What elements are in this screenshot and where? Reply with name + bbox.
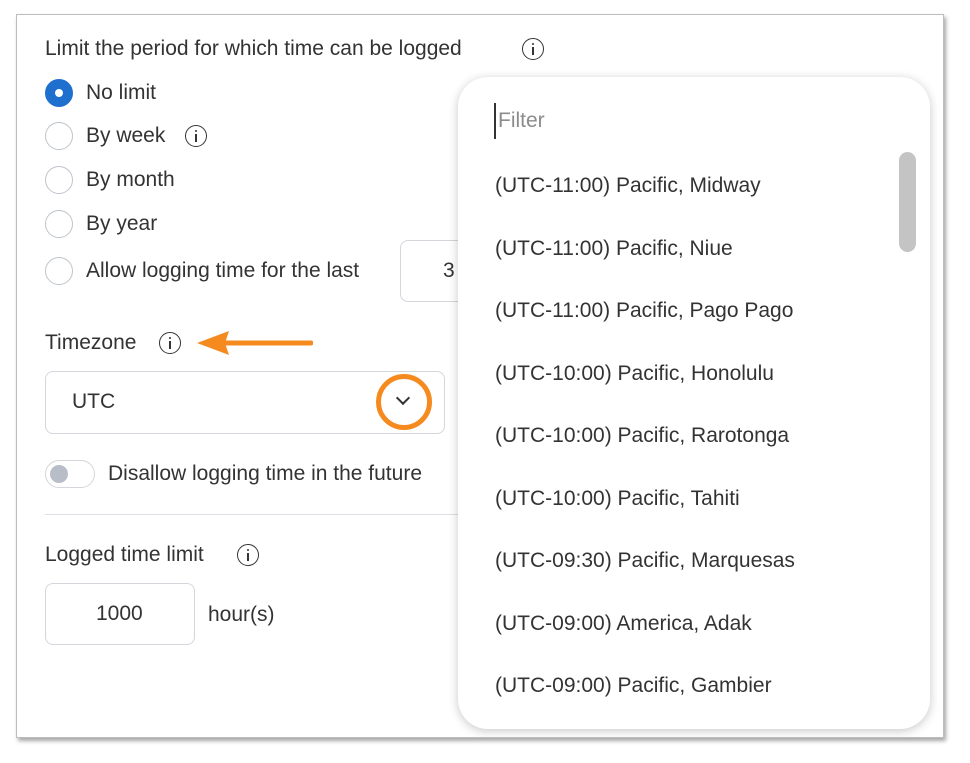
radio-allow-last-label[interactable]: Allow logging time for the last bbox=[86, 259, 359, 283]
dropdown-scrollbar[interactable] bbox=[899, 152, 916, 252]
radio-no-limit-label[interactable]: No limit bbox=[86, 81, 156, 105]
time-limit-label: Logged time limit bbox=[45, 543, 204, 566]
timezone-label: Timezone bbox=[45, 331, 137, 354]
timezone-selected-value: UTC bbox=[72, 390, 116, 413]
list-item[interactable]: (UTC-11:00) Pacific, Pago Pago bbox=[495, 280, 795, 343]
future-toggle[interactable] bbox=[45, 460, 95, 488]
timezone-dropdown: (UTC-11:00) Pacific, Midway (UTC-11:00) … bbox=[458, 77, 930, 729]
time-limit-input[interactable]: 1000 bbox=[45, 583, 195, 645]
time-limit-value: 1000 bbox=[96, 602, 143, 625]
list-item[interactable]: (UTC-11:00) Pacific, Midway bbox=[495, 155, 795, 218]
radio-no-limit[interactable] bbox=[45, 79, 73, 107]
list-item[interactable]: (UTC-09:30) Pacific, Marquesas bbox=[495, 530, 795, 593]
list-item[interactable]: (UTC-09:00) America, Adak bbox=[495, 593, 795, 656]
chevron-down-icon[interactable] bbox=[395, 390, 411, 406]
timezone-info-icon[interactable] bbox=[159, 332, 181, 354]
last-period-value: 3 bbox=[443, 259, 455, 282]
radio-allow-last[interactable] bbox=[45, 257, 73, 285]
period-info-icon[interactable] bbox=[522, 38, 544, 60]
list-item[interactable]: (UTC-11:00) Pacific, Niue bbox=[495, 218, 795, 281]
radio-by-month[interactable] bbox=[45, 166, 73, 194]
time-limit-info-icon[interactable] bbox=[237, 544, 259, 566]
period-heading: Limit the period for which time can be l… bbox=[45, 37, 462, 60]
radio-by-year[interactable] bbox=[45, 210, 73, 238]
future-toggle-label: Disallow logging time in the future bbox=[108, 462, 422, 485]
filter-input[interactable] bbox=[494, 103, 874, 139]
radio-by-year-label[interactable]: By year bbox=[86, 212, 157, 236]
timezone-select[interactable]: UTC bbox=[45, 371, 445, 434]
list-item[interactable]: (UTC-10:00) Pacific, Tahiti bbox=[495, 468, 795, 531]
section-divider bbox=[45, 514, 465, 515]
list-item[interactable]: (UTC-09:00) Pacific, Gambier bbox=[495, 655, 795, 718]
radio-by-week-label[interactable]: By week bbox=[86, 124, 165, 148]
by-week-info-icon[interactable] bbox=[185, 125, 207, 147]
chevron-down-highlight[interactable] bbox=[376, 374, 432, 430]
radio-by-week[interactable] bbox=[45, 122, 73, 150]
list-item[interactable]: (UTC-10:00) Pacific, Rarotonga bbox=[495, 405, 795, 468]
settings-panel: Limit the period for which time can be l… bbox=[16, 14, 944, 738]
list-item[interactable]: (UTC-10:00) Pacific, Honolulu bbox=[495, 343, 795, 406]
time-limit-unit: hour(s) bbox=[208, 603, 275, 626]
radio-by-month-label[interactable]: By month bbox=[86, 168, 175, 192]
timezone-list: (UTC-11:00) Pacific, Midway (UTC-11:00) … bbox=[495, 155, 795, 718]
annotation-arrow-icon bbox=[197, 331, 313, 355]
